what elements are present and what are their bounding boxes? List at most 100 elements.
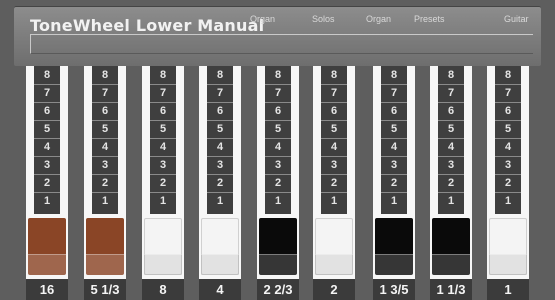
scale-separator xyxy=(321,138,347,139)
drawbar-knob-brown[interactable] xyxy=(28,218,66,275)
scale-number: 2 xyxy=(159,177,167,189)
knob-bevel xyxy=(375,254,413,275)
drawbar-scale: 8 7 6 5 4 3 2 1 xyxy=(438,66,464,214)
scale-separator xyxy=(92,174,118,175)
footage-label: 1 3/5 xyxy=(379,282,409,297)
drawbar-scale: 8 7 6 5 4 3 2 1 xyxy=(150,66,176,214)
footage-label-box: 8 xyxy=(142,279,184,300)
footage-label-box: 4 xyxy=(199,279,241,300)
scale-separator xyxy=(381,84,407,85)
drawbar-knob-black[interactable] xyxy=(259,218,297,275)
scale-separator xyxy=(381,192,407,193)
footage-label: 1 xyxy=(504,282,512,297)
scale-separator xyxy=(381,120,407,121)
drawbar-1[interactable]: 8 7 6 5 4 3 2 1 16 xyxy=(26,66,68,300)
drawbar-7[interactable]: 8 7 6 5 4 3 2 1 1 3/5 xyxy=(373,66,415,300)
scale-number: 5 xyxy=(390,123,398,135)
footage-label: 2 xyxy=(330,282,338,297)
scale-separator xyxy=(438,192,464,193)
scale-separator xyxy=(207,174,233,175)
scale-separator xyxy=(321,84,347,85)
scale-number: 6 xyxy=(159,105,167,117)
scale-separator xyxy=(34,120,60,121)
scale-separator xyxy=(321,174,347,175)
footage-label-box: 5 1/3 xyxy=(84,279,126,300)
drawbar-knob-brown[interactable] xyxy=(86,218,124,275)
drawbar-knob-white[interactable] xyxy=(144,218,182,275)
scale-separator xyxy=(438,120,464,121)
scale-number: 4 xyxy=(216,141,224,153)
footage-label-box: 2 2/3 xyxy=(257,279,299,300)
footage-label: 5 1/3 xyxy=(90,282,120,297)
scale-number: 6 xyxy=(390,105,398,117)
scale-separator xyxy=(34,138,60,139)
scale-number: 6 xyxy=(274,105,282,117)
scale-separator xyxy=(381,156,407,157)
drawbar-knob-white[interactable] xyxy=(201,218,239,275)
scale-separator xyxy=(321,120,347,121)
scale-number: 4 xyxy=(330,141,338,153)
scale-number: 3 xyxy=(504,159,512,171)
scale-separator xyxy=(92,102,118,103)
scale-separator xyxy=(438,84,464,85)
footage-label-box: 1 1/3 xyxy=(430,279,472,300)
drawbar-2[interactable]: 8 7 6 5 4 3 2 1 5 1/3 xyxy=(84,66,126,300)
footage-label: 16 xyxy=(39,282,55,297)
drawbar-8[interactable]: 8 7 6 5 4 3 2 1 1 1/3 xyxy=(430,66,472,300)
scale-separator xyxy=(321,156,347,157)
scale-separator xyxy=(207,156,233,157)
scale-number: 5 xyxy=(43,123,51,135)
scale-separator xyxy=(207,84,233,85)
scale-separator xyxy=(265,120,291,121)
scale-number: 1 xyxy=(274,195,282,207)
scale-separator xyxy=(438,138,464,139)
scale-number: 5 xyxy=(330,123,338,135)
scale-number: 3 xyxy=(447,159,455,171)
scale-separator xyxy=(150,84,176,85)
knob-bevel xyxy=(201,254,239,275)
scale-number: 3 xyxy=(216,159,224,171)
scale-number: 4 xyxy=(43,141,51,153)
scale-separator xyxy=(381,102,407,103)
scale-number: 8 xyxy=(274,69,282,81)
drawbar-knob-white[interactable] xyxy=(315,218,353,275)
scale-number: 7 xyxy=(390,87,398,99)
knob-bevel xyxy=(259,254,297,275)
drawbar-knob-black[interactable] xyxy=(375,218,413,275)
scale-number: 7 xyxy=(101,87,109,99)
drawbar-knob-white[interactable] xyxy=(489,218,527,275)
drawbar-3[interactable]: 8 7 6 5 4 3 2 1 8 xyxy=(142,66,184,300)
scale-separator xyxy=(207,102,233,103)
scale-separator xyxy=(150,156,176,157)
scale-separator xyxy=(265,102,291,103)
scale-number: 5 xyxy=(274,123,282,135)
scale-separator xyxy=(265,192,291,193)
footage-label-box: 16 xyxy=(26,279,68,300)
scale-number: 1 xyxy=(330,195,338,207)
scale-separator xyxy=(92,120,118,121)
drawbar-5[interactable]: 8 7 6 5 4 3 2 1 2 2/3 xyxy=(257,66,299,300)
scale-number: 1 xyxy=(447,195,455,207)
scale-number: 3 xyxy=(274,159,282,171)
knob-bevel xyxy=(86,254,124,275)
scale-number: 2 xyxy=(274,177,282,189)
scale-separator xyxy=(321,102,347,103)
scale-number: 7 xyxy=(159,87,167,99)
scale-separator xyxy=(265,174,291,175)
scale-number: 5 xyxy=(447,123,455,135)
scale-number: 8 xyxy=(390,69,398,81)
scale-separator xyxy=(495,84,521,85)
scale-separator xyxy=(495,174,521,175)
scale-separator xyxy=(265,156,291,157)
drawbar-4[interactable]: 8 7 6 5 4 3 2 1 4 xyxy=(199,66,241,300)
footage-label-box: 1 xyxy=(487,279,529,300)
drawbar-9[interactable]: 8 7 6 5 4 3 2 1 1 xyxy=(487,66,529,300)
scale-number: 2 xyxy=(43,177,51,189)
knob-bevel xyxy=(144,254,182,275)
drawbar-6[interactable]: 8 7 6 5 4 3 2 1 2 xyxy=(313,66,355,300)
scale-number: 2 xyxy=(447,177,455,189)
drawbar-knob-black[interactable] xyxy=(432,218,470,275)
scale-separator xyxy=(265,138,291,139)
scale-number: 4 xyxy=(274,141,282,153)
scale-number: 5 xyxy=(101,123,109,135)
